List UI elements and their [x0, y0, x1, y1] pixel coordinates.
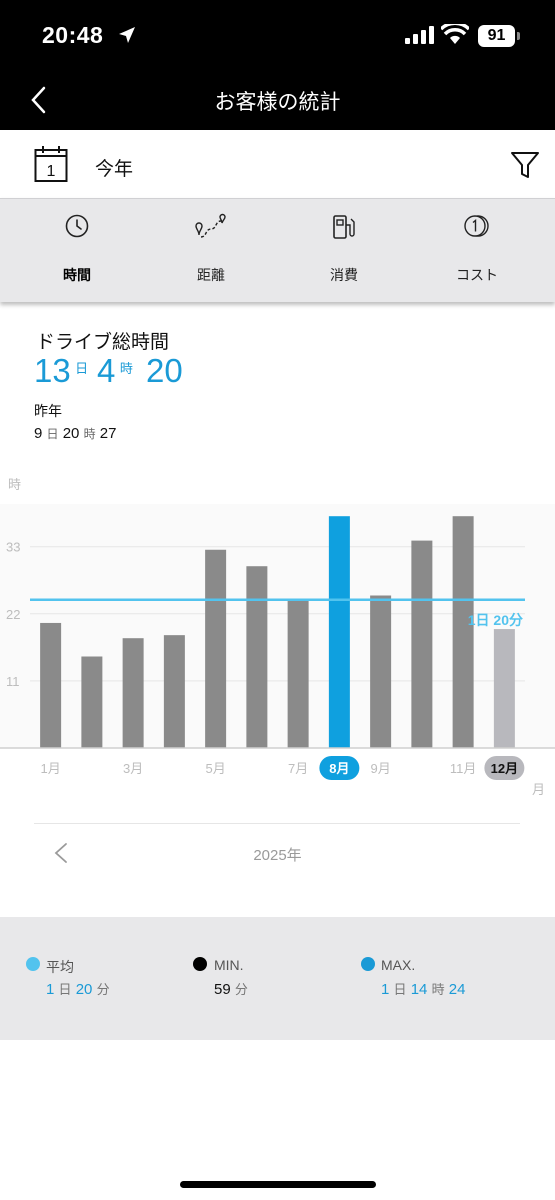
max-label: MAX.: [381, 957, 416, 973]
x-tick-label[interactable]: 8月: [329, 761, 349, 776]
min-value: 59 分: [214, 979, 248, 998]
route-icon: [193, 213, 229, 246]
average-days-unit: 日: [58, 982, 72, 997]
nav-bar: お客様の統計: [0, 72, 555, 130]
average-line-label: 1日 20分: [468, 612, 523, 628]
chart-bar[interactable]: [370, 595, 392, 749]
max-days-unit: 日: [393, 982, 407, 997]
wifi-icon: [439, 21, 471, 51]
max-value: 1 日 14 時 24: [381, 979, 465, 998]
x-axis-unit: 月: [532, 782, 546, 797]
tab-time[interactable]: 時間: [10, 199, 144, 303]
max-hours: 14: [410, 981, 428, 998]
min-label: MIN.: [214, 957, 244, 973]
chart-bar[interactable]: [205, 549, 227, 748]
total-hours-value: 4: [97, 352, 116, 389]
tab-label: コスト: [456, 267, 498, 283]
y-tick-label: 22: [6, 607, 20, 622]
total-days: 13 日: [34, 352, 88, 390]
stats-panel: 平均 1 日 20 分 MIN. 59 分 MAX. 1 日 14 時 24: [0, 917, 555, 1040]
calendar-icon[interactable]: 1: [34, 145, 68, 188]
fuel-pump-icon: [331, 213, 357, 246]
x-tick-label[interactable]: 12月: [491, 761, 518, 776]
x-tick-label[interactable]: 3月: [123, 761, 143, 776]
monthly-drive-time-chart: 11 22 33 1日 20分 1月 3月 5月 7月 8月 9月 11月 12月: [0, 504, 555, 780]
coin-icon: [463, 213, 491, 244]
prev-minutes-value: 27: [99, 425, 117, 442]
location-arrow-icon: [117, 25, 137, 50]
home-indicator: [180, 1181, 376, 1188]
total-minutes: 20: [146, 352, 183, 390]
average-dot-icon: [26, 957, 40, 971]
total-hours: 4 時: [97, 352, 133, 390]
previous-year-value: 9 日 20 時 27: [34, 425, 116, 442]
x-tick-label[interactable]: 1月: [41, 761, 61, 776]
y-tick-label: 33: [6, 540, 20, 555]
prev-hours-unit: 時: [83, 427, 96, 441]
chart-bar[interactable]: [493, 629, 515, 748]
chart-bar[interactable]: [328, 516, 350, 748]
x-tick-label[interactable]: 9月: [371, 761, 391, 776]
signal-icon: [405, 26, 435, 49]
chart-bar[interactable]: [163, 635, 185, 748]
chart-bar[interactable]: [122, 638, 144, 748]
status-time: 20:48: [42, 22, 104, 48]
chart-bar[interactable]: [411, 540, 433, 748]
chart-bar[interactable]: [452, 516, 474, 748]
max-hours-unit: 時: [431, 982, 445, 997]
average-value: 1 日 20 分: [46, 979, 110, 998]
battery-indicator: 91: [478, 25, 520, 47]
prev-hours-value: 20: [62, 425, 80, 442]
average-label: 平均: [46, 959, 74, 975]
max-minutes: 24: [448, 981, 466, 998]
period-selector[interactable]: [0, 130, 555, 198]
min-minutes: 59: [214, 981, 231, 998]
x-tick-label[interactable]: 7月: [288, 761, 308, 776]
min-dot-icon: [193, 957, 207, 971]
max-dot-icon: [361, 957, 375, 971]
clock-icon: [64, 213, 90, 244]
chart-bar[interactable]: [40, 622, 62, 748]
calendar-day: 1: [47, 163, 56, 180]
y-tick-label: 11: [6, 674, 20, 689]
filter-icon[interactable]: [510, 150, 540, 185]
total-days-unit: 日: [75, 361, 89, 376]
average-minutes-unit: 分: [96, 982, 110, 997]
total-hours-unit: 時: [119, 361, 133, 376]
average-minutes: 20: [75, 981, 93, 998]
total-days-value: 13: [34, 352, 71, 389]
page-title: お客様の統計: [214, 91, 341, 114]
tab-cost[interactable]: コスト: [410, 199, 544, 303]
tab-label: 時間: [63, 267, 91, 283]
metric-tabs: 時間 距離 消費 コスト: [0, 198, 555, 302]
max-days: 1: [381, 981, 390, 998]
min-minutes-unit: 分: [234, 982, 248, 997]
tab-label: 距離: [197, 267, 225, 283]
tab-consumption[interactable]: 消費: [277, 199, 411, 303]
prev-days-value: 9: [34, 425, 43, 442]
chart-bar[interactable]: [287, 598, 309, 748]
x-tick-label[interactable]: 11月: [450, 761, 477, 776]
average-days: 1: [46, 981, 55, 998]
chart-bar[interactable]: [81, 656, 103, 749]
tab-distance[interactable]: 距離: [144, 199, 278, 303]
status-bar: 20:48 91: [0, 0, 555, 72]
total-drive-time-title: ドライブ総時間: [36, 332, 170, 353]
period-label[interactable]: 今年: [95, 154, 133, 181]
x-tick-label[interactable]: 5月: [206, 761, 226, 776]
year-label: 2025年: [253, 847, 302, 864]
previous-year-label: 昨年: [34, 403, 62, 419]
tab-label: 消費: [330, 267, 358, 283]
total-minutes-value: 20: [146, 352, 183, 389]
chart-bar[interactable]: [246, 566, 268, 748]
prev-days-unit: 日: [46, 427, 59, 441]
